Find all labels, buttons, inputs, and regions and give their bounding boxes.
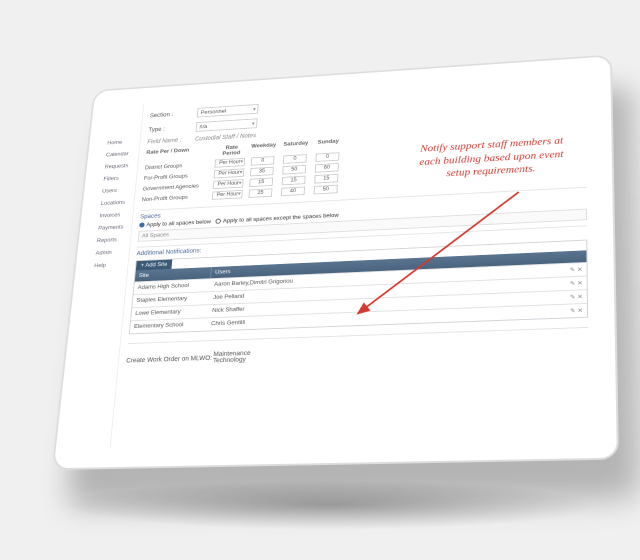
delete-icon[interactable]: ✕	[577, 294, 583, 301]
edit-icon[interactable]: ✎	[570, 281, 575, 288]
radio-technology-label: Technology	[213, 357, 246, 364]
rate-sunday[interactable]: 50	[314, 185, 338, 195]
rate-sunday[interactable]: 60	[315, 163, 339, 173]
cell-site: Elementary School	[130, 318, 208, 333]
rate-group: Government Agencies	[143, 182, 214, 192]
edit-icon[interactable]: ✎	[570, 294, 576, 301]
rate-sunday[interactable]: 0	[315, 152, 339, 162]
rate-saturday[interactable]: 50	[282, 165, 306, 175]
rate-weekday[interactable]: 0	[251, 156, 275, 166]
radio-apply-all[interactable]	[139, 223, 145, 228]
rate-weekday[interactable]: 25	[248, 188, 272, 198]
rate-period-select[interactable]: Per Hour	[214, 168, 245, 178]
rate-period-select[interactable]: Per Hour	[212, 190, 243, 200]
content: Section : Personnel Type : n/a Field Nam…	[110, 74, 597, 449]
radio-apply-except[interactable]	[216, 219, 222, 224]
rate-group: Non-Profit Groups	[142, 193, 213, 203]
rate-saturday[interactable]: 15	[282, 176, 306, 186]
rate-period-select[interactable]: Per Hour	[214, 158, 245, 168]
rate-sunday[interactable]: 15	[314, 174, 338, 184]
tablet-frame: Home Calendar Requests Filters Users Loc…	[52, 54, 619, 470]
col-rateperiod: Rate Period	[215, 144, 248, 157]
delete-icon[interactable]: ✕	[577, 267, 582, 274]
col-group: Rate Per / Down	[145, 146, 216, 161]
col-weekday: Weekday	[247, 142, 280, 155]
rate-period-select[interactable]: Per Hour	[213, 179, 244, 189]
fieldname-value: Custodial Staff / Notes	[195, 133, 257, 142]
col-sunday: Sunday	[311, 138, 344, 151]
rate-group: District Groups	[145, 161, 215, 171]
delete-icon[interactable]: ✕	[577, 308, 583, 315]
rate-weekday[interactable]: 35	[250, 167, 274, 177]
fieldname-label: Field Name :	[147, 137, 195, 146]
edit-icon[interactable]: ✎	[570, 267, 575, 274]
type-select[interactable]: n/a	[196, 118, 258, 131]
type-label: Type :	[148, 124, 196, 133]
rate-group: For-Profit Groups	[144, 171, 215, 181]
edit-icon[interactable]: ✎	[570, 308, 576, 315]
screen: Home Calendar Requests Filters Users Loc…	[72, 74, 598, 450]
rate-weekday[interactable]: 15	[249, 178, 273, 188]
section-select[interactable]: Personnel	[197, 104, 259, 118]
delete-icon[interactable]: ✕	[577, 280, 583, 287]
col-saturday: Saturday	[279, 140, 312, 153]
rate-saturday[interactable]: 40	[281, 187, 305, 197]
rate-saturday[interactable]: 0	[283, 154, 307, 164]
nav-help[interactable]: Help	[91, 258, 128, 272]
radio-apply-all-label: Apply to all spaces below	[146, 219, 211, 228]
section-label: Section :	[150, 110, 198, 119]
workorder-label: Create Work Order on MLWO:	[126, 355, 213, 364]
